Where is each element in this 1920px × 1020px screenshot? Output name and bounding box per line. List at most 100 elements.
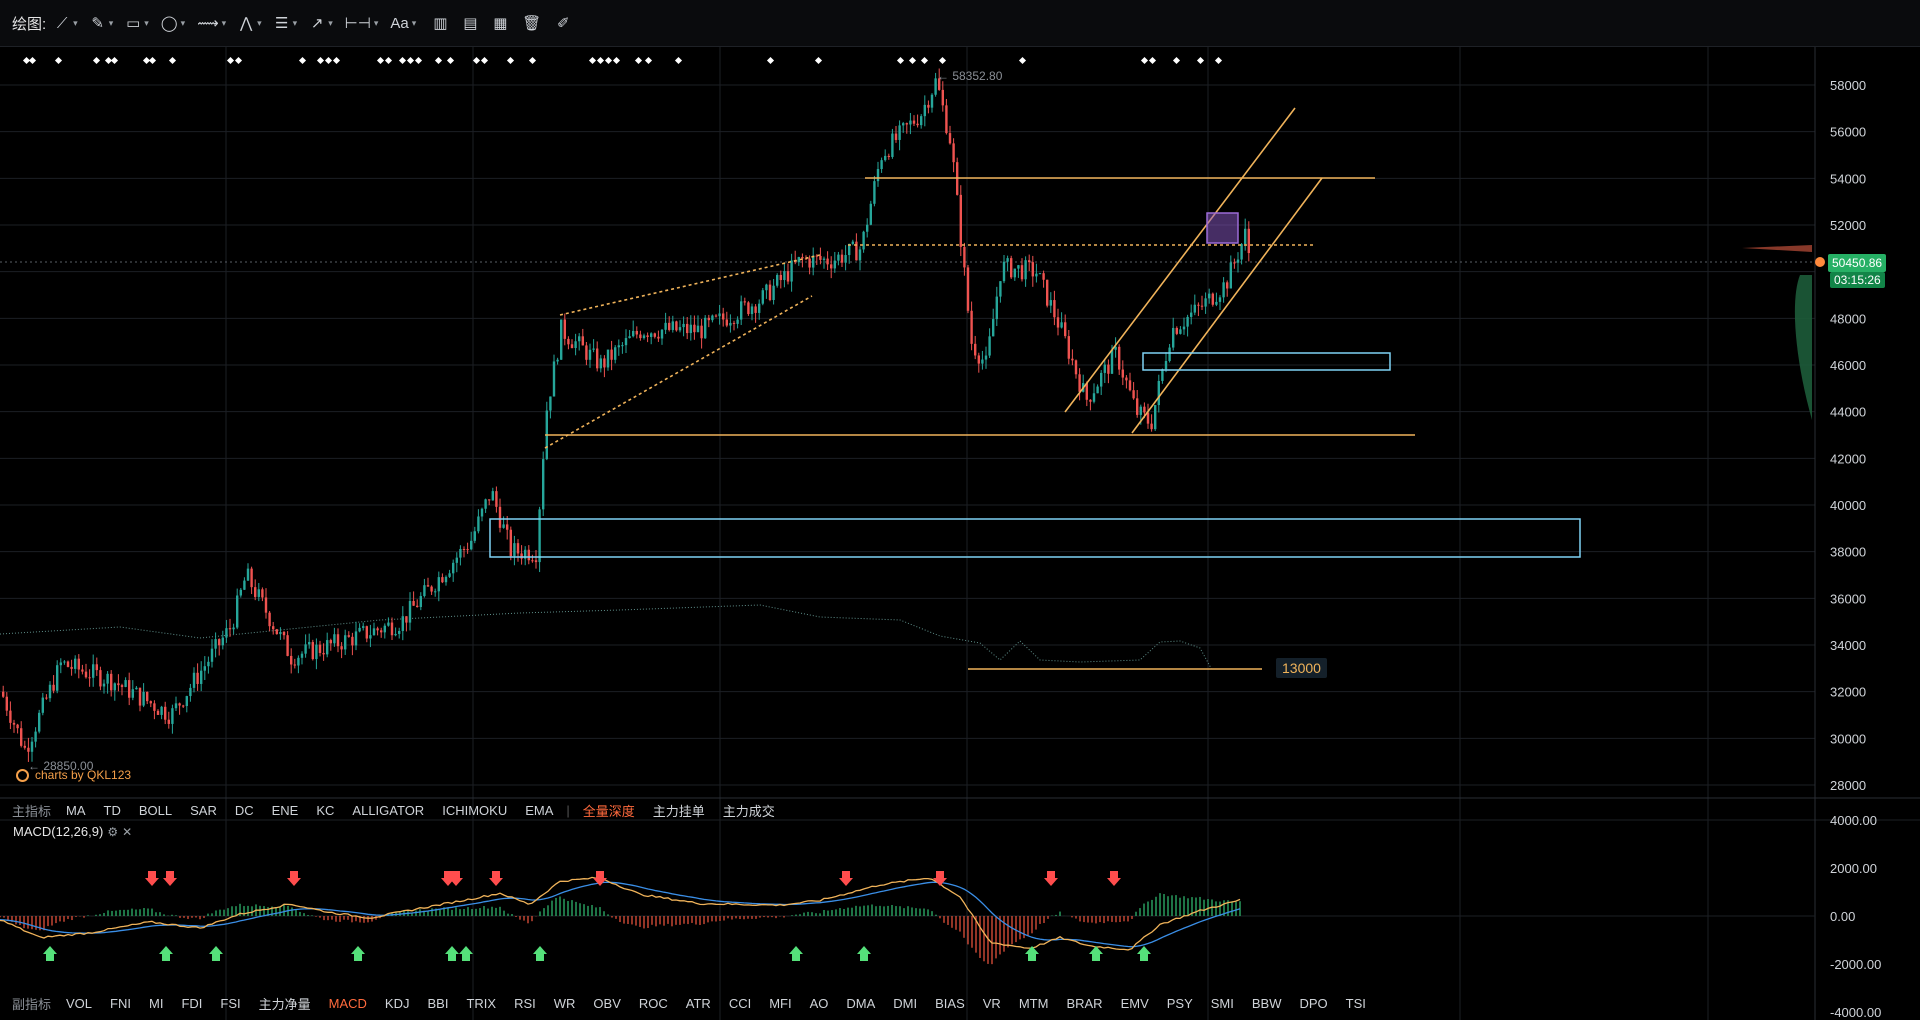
- indicator-roc[interactable]: ROC: [639, 996, 668, 1011]
- indicator-ema[interactable]: EMA: [525, 803, 553, 818]
- chevron-down-icon[interactable]: ▾: [328, 18, 333, 29]
- candle-body: [650, 333, 653, 337]
- text-tool[interactable]: Aa ▾: [390, 15, 416, 32]
- close-icon[interactable]: ✕: [122, 825, 132, 839]
- bars-icon[interactable]: ▥: [432, 14, 448, 32]
- chevron-down-icon[interactable]: ▾: [73, 18, 78, 29]
- candle-body: [1074, 360, 1078, 375]
- indicator-dpo[interactable]: DPO: [1300, 996, 1328, 1011]
- candle-body: [1154, 405, 1157, 430]
- indicator-trix[interactable]: TRIX: [466, 996, 496, 1011]
- indicator-bbi[interactable]: BBI: [427, 996, 448, 1011]
- chevron-down-icon[interactable]: ▾: [257, 18, 262, 29]
- indicator-主力挂单[interactable]: 主力挂单: [653, 801, 705, 820]
- signal-diamond: [908, 56, 917, 65]
- ellipse-tool[interactable]: ◯ ▾: [161, 14, 185, 32]
- pattern-tool[interactable]: ⋀ ▾: [238, 14, 262, 32]
- price-tick-label: 32000: [1830, 685, 1866, 700]
- signal-diamond: [1196, 56, 1205, 65]
- price-chart[interactable]: 5800056000540005200050000480004600044000…: [0, 47, 1920, 1020]
- indicator-bias[interactable]: BIAS: [935, 996, 965, 1011]
- indicator-ma[interactable]: MA: [66, 803, 86, 818]
- indicator-alligator[interactable]: ALLIGATOR: [352, 803, 424, 818]
- measure-tool[interactable]: ⊢⊣ ▾: [345, 14, 379, 32]
- price-tick-label: 30000: [1830, 731, 1866, 746]
- chevron-down-icon[interactable]: ▾: [293, 18, 298, 29]
- signal-diamond: [168, 56, 177, 65]
- candle-body: [952, 143, 955, 163]
- indicator-boll[interactable]: BOLL: [139, 803, 172, 818]
- indicator-dmi[interactable]: DMI: [893, 996, 917, 1011]
- indicator-dma[interactable]: DMA: [846, 996, 875, 1011]
- chevron-down-icon[interactable]: ▾: [144, 18, 149, 29]
- candle-body: [1031, 262, 1034, 277]
- gear-icon[interactable]: ⚙: [107, 825, 118, 839]
- candle-body: [628, 336, 631, 339]
- indicator-macd[interactable]: MACD: [329, 996, 367, 1011]
- candle-body: [765, 284, 768, 291]
- candle-body: [761, 290, 764, 304]
- line-tool[interactable]: ⟋ ▾: [54, 15, 78, 32]
- indicator-ene[interactable]: ENE: [272, 803, 299, 818]
- indicator-tsi[interactable]: TSI: [1346, 996, 1366, 1011]
- indicator-主力成交[interactable]: 主力成交: [723, 801, 775, 820]
- signal-diamond: [634, 56, 643, 65]
- fib-tool[interactable]: ☰ ▾: [274, 14, 298, 32]
- chevron-down-icon[interactable]: ▾: [412, 18, 417, 29]
- price-tick-label: 48000: [1830, 311, 1866, 326]
- candle-body: [732, 322, 736, 324]
- arrow-tool[interactable]: ↗ ▾: [309, 14, 333, 32]
- indicator-fdi[interactable]: FDI: [181, 996, 202, 1011]
- indicator-bbw[interactable]: BBW: [1252, 996, 1282, 1011]
- indicator-ichimoku[interactable]: ICHIMOKU: [442, 803, 507, 818]
- candle-body: [736, 319, 739, 324]
- indicator-dc[interactable]: DC: [235, 803, 254, 818]
- indicator-icon[interactable]: ▦: [492, 14, 508, 32]
- delete-icon[interactable]: 🗑: [522, 14, 541, 32]
- indicator-主力净量[interactable]: 主力净量: [259, 994, 311, 1013]
- indicator-fsi[interactable]: FSI: [220, 996, 240, 1011]
- indicator-td[interactable]: TD: [104, 803, 121, 818]
- candle-body: [671, 321, 674, 330]
- indicator-smi[interactable]: SMI: [1211, 996, 1234, 1011]
- indicator-fni[interactable]: FNI: [110, 996, 131, 1011]
- indicator-cci[interactable]: CCI: [729, 996, 751, 1011]
- indicator-vr[interactable]: VR: [983, 996, 1001, 1011]
- indicator-atr[interactable]: ATR: [686, 996, 711, 1011]
- indicator-mfi[interactable]: MFI: [769, 996, 791, 1011]
- indicator-mtm[interactable]: MTM: [1019, 996, 1049, 1011]
- indicator-ao[interactable]: AO: [810, 996, 829, 1011]
- indicator-emv[interactable]: EMV: [1121, 996, 1149, 1011]
- price-marker-dot: [1815, 257, 1825, 267]
- indicator-全量深度[interactable]: 全量深度: [583, 801, 635, 820]
- candle-body: [333, 634, 336, 644]
- rectangle-tool[interactable]: ▭ ▾: [125, 14, 149, 32]
- candle-body: [819, 255, 822, 260]
- chart-settings-icon[interactable]: ▤: [462, 14, 478, 32]
- indicator-psy[interactable]: PSY: [1167, 996, 1193, 1011]
- brush-icon[interactable]: ✐: [555, 14, 571, 32]
- candle-body: [484, 499, 487, 509]
- candle-body: [264, 597, 268, 613]
- pen-tool[interactable]: ✎ ▾: [90, 14, 114, 32]
- indicator-vol[interactable]: VOL: [66, 996, 92, 1011]
- chevron-down-icon[interactable]: ▾: [109, 18, 114, 29]
- chevron-down-icon[interactable]: ▾: [181, 18, 186, 29]
- candle-body: [862, 231, 865, 250]
- buy-arrow-icon: [1137, 946, 1151, 961]
- indicator-rsi[interactable]: RSI: [514, 996, 536, 1011]
- indicator-wr[interactable]: WR: [554, 996, 576, 1011]
- indicator-brar[interactable]: BRAR: [1066, 996, 1102, 1011]
- candle-body: [945, 105, 948, 134]
- indicator-kc[interactable]: KC: [316, 803, 334, 818]
- candle-body: [891, 133, 894, 157]
- candle-body: [664, 322, 667, 330]
- indicator-kdj[interactable]: KDJ: [385, 996, 410, 1011]
- indicator-sar[interactable]: SAR: [190, 803, 217, 818]
- wave-tool[interactable]: ⟿ ▾: [197, 14, 226, 32]
- candle-body: [610, 349, 613, 360]
- indicator-obv[interactable]: OBV: [593, 996, 620, 1011]
- chevron-down-icon[interactable]: ▾: [374, 18, 379, 29]
- indicator-mi[interactable]: MI: [149, 996, 163, 1011]
- chevron-down-icon[interactable]: ▾: [222, 18, 227, 29]
